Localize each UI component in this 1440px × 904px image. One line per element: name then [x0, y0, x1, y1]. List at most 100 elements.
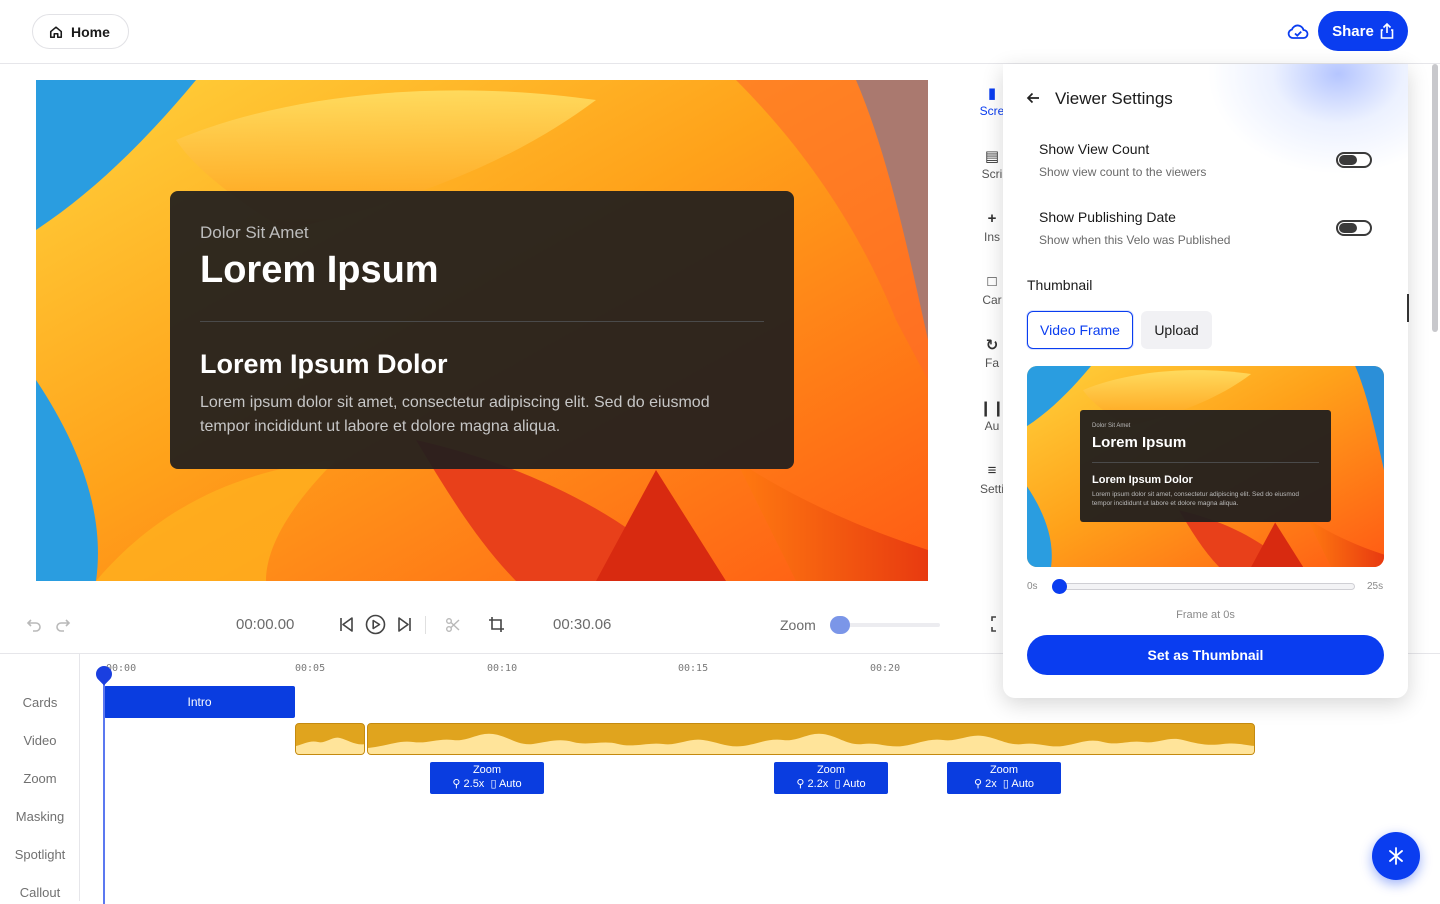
tab-upload[interactable]: Upload: [1141, 311, 1212, 349]
viewer-settings-panel: Viewer Settings Show View Count Show vie…: [1003, 64, 1408, 698]
card-eyebrow: Dolor Sit Amet: [200, 223, 309, 242]
show-view-count-subtitle: Show view count to the viewers: [1039, 165, 1207, 179]
thumb-card-title: Lorem Ipsum: [1092, 434, 1187, 451]
zoom-label: Zoom: [780, 617, 816, 633]
sparkle-icon: [1389, 847, 1403, 865]
zoom-clip-title: Zoom: [989, 764, 1019, 776]
zoom-factor: 2.5x: [463, 778, 485, 790]
redo-icon[interactable]: [55, 617, 71, 633]
undo-icon[interactable]: [26, 617, 42, 633]
assistant-fab-button[interactable]: [1372, 832, 1420, 880]
track-label-masking: Masking: [15, 809, 65, 824]
mouse-icon: ▯: [490, 778, 497, 790]
zoom-clip-title: Zoom: [472, 764, 502, 776]
cloud-check-icon[interactable]: [1286, 20, 1310, 44]
thumb-card-subtitle: Lorem Ipsum Dolor: [1092, 474, 1193, 486]
crop-icon[interactable]: [488, 616, 505, 633]
zoom-mode: Auto: [498, 778, 522, 790]
back-arrow-icon[interactable]: [1025, 90, 1041, 106]
thumb-card-divider: [1092, 462, 1319, 463]
page-scrollbar[interactable]: [1432, 64, 1438, 332]
card-body: Lorem ipsum dolor sit amet, consectetur …: [200, 394, 710, 435]
mouse-icon: ▯: [1002, 778, 1009, 790]
thumb-card-body: Lorem ipsum dolor sit amet, consectetur …: [1092, 491, 1300, 507]
zoom-factor: 2x: [985, 778, 997, 790]
clip-label: Intro: [187, 695, 212, 709]
card-divider: [200, 321, 764, 322]
zoom-clip-details: ⚲ 2.5x ▯ Auto: [430, 777, 544, 792]
play-icon[interactable]: [365, 614, 386, 635]
show-publishing-date-toggle[interactable]: [1336, 220, 1372, 236]
show-view-count-toggle[interactable]: [1336, 152, 1372, 168]
show-view-count-title: Show View Count: [1039, 141, 1150, 157]
track-label-cards: Cards: [22, 695, 58, 710]
rail-item-label: Fa: [984, 356, 999, 370]
show-publishing-date-subtitle: Show when this Velo was Published: [1039, 233, 1231, 247]
video-clip[interactable]: [367, 723, 1255, 755]
thumbnail-preview: Dolor Sit Amet Lorem Ipsum Lorem Ipsum D…: [1027, 366, 1384, 567]
top-bar: Home Share: [0, 0, 1440, 64]
scissors-icon[interactable]: [445, 617, 461, 633]
track-label-zoom: Zoom: [23, 771, 57, 786]
magnifier-icon: ⚲: [452, 778, 461, 790]
controls-divider: [425, 616, 426, 634]
frame-slider-track[interactable]: [1055, 583, 1355, 590]
panel-title: Viewer Settings: [1055, 89, 1173, 108]
thumbnail-card: Dolor Sit Amet Lorem Ipsum Lorem Ipsum D…: [1080, 410, 1331, 522]
audio-waveform: [296, 737, 364, 754]
panel-edge-marker: [1407, 294, 1409, 322]
rail-item-label: Scre: [979, 104, 1005, 118]
magnifier-icon: ⚲: [796, 778, 805, 790]
playback-controls: 00:00.00 00:30.06 Zoom: [0, 600, 1000, 650]
title-card[interactable]: Dolor Sit Amet Lorem Ipsum Lorem Ipsum D…: [170, 191, 794, 469]
current-time: 00:00.00: [236, 616, 295, 633]
zoom-clip[interactable]: Zoom ⚲ 2x ▯ Auto: [947, 762, 1061, 794]
total-time: 00:30.06: [553, 616, 612, 633]
share-button[interactable]: Share: [1318, 11, 1408, 51]
panel-glow: [1208, 64, 1408, 174]
video-preview-canvas[interactable]: Dolor Sit Amet Lorem Ipsum Lorem Ipsum D…: [36, 80, 928, 581]
zoom-clip-title: Zoom: [816, 764, 846, 776]
skip-back-icon[interactable]: [338, 616, 355, 633]
tab-video-frame[interactable]: Video Frame: [1027, 311, 1133, 349]
frame-slider-min: 0s: [1027, 581, 1038, 592]
home-button[interactable]: Home: [32, 14, 129, 49]
track-label-spotlight: Spotlight: [14, 847, 66, 862]
card-title: Lorem Ipsum: [200, 249, 439, 291]
playhead-line: [103, 674, 105, 904]
ruler-tick: 00:20: [870, 663, 901, 674]
ruler-tick: 00:15: [678, 663, 709, 674]
mouse-icon: ▯: [834, 778, 841, 790]
rail-item-label: Au: [984, 419, 1000, 433]
track-labels: Cards Video Zoom Masking Spotlight Callo…: [0, 654, 80, 901]
rail-item-label: Ins: [983, 230, 1000, 244]
show-publishing-date-title: Show Publishing Date: [1039, 209, 1176, 225]
zoom-mode: Auto: [1011, 778, 1035, 790]
zoom-factor: 2.2x: [807, 778, 829, 790]
zoom-clip[interactable]: Zoom ⚲ 2.5x ▯ Auto: [430, 762, 544, 794]
home-icon: [49, 25, 63, 38]
rail-item-label: Setti: [979, 482, 1004, 496]
card-subtitle: Lorem Ipsum Dolor: [200, 349, 448, 379]
frame-at-label: Frame at 0s: [1176, 609, 1235, 621]
zoom-slider-thumb[interactable]: [830, 616, 850, 634]
zoom-clip[interactable]: Zoom ⚲ 2.2x ▯ Auto: [774, 762, 888, 794]
zoom-mode: Auto: [842, 778, 866, 790]
frame-slider-max: 25s: [1367, 581, 1384, 592]
track-label-callout: Callout: [19, 885, 61, 900]
set-as-thumbnail-button[interactable]: Set as Thumbnail: [1027, 635, 1384, 675]
card-clip-intro[interactable]: Intro: [104, 686, 295, 718]
skip-forward-icon[interactable]: [396, 616, 413, 633]
magnifier-icon: ⚲: [973, 778, 983, 790]
frame-slider-thumb[interactable]: [1052, 579, 1067, 594]
zoom-clip-details: ⚲ 2.2x ▯ Auto: [774, 777, 888, 792]
ruler-tick: 00:05: [295, 663, 326, 674]
ruler-tick: 00:10: [487, 663, 518, 674]
thumbnail-section-label: Thumbnail: [1027, 277, 1093, 293]
video-clip[interactable]: [295, 723, 365, 755]
audio-waveform: [368, 733, 1254, 754]
thumb-card-eyebrow: Dolor Sit Amet: [1092, 423, 1131, 429]
rail-item-label: Car: [982, 293, 1002, 307]
home-label: Home: [71, 23, 110, 40]
track-label-video: Video: [23, 733, 57, 748]
